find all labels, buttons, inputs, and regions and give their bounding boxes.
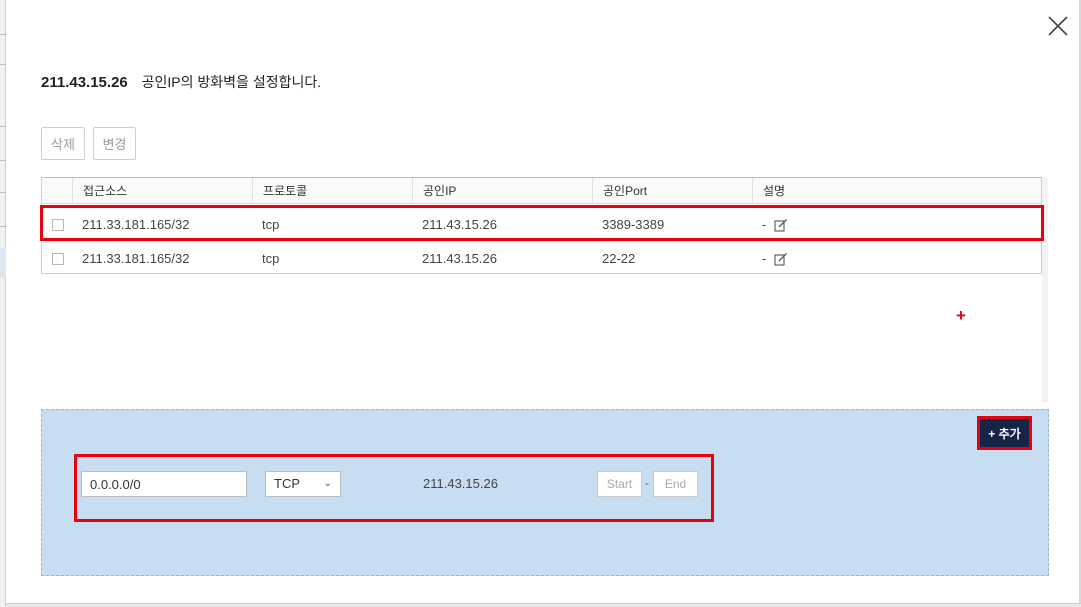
delete-button[interactable]: 삭제 [41,127,85,160]
row-checkbox[interactable] [52,253,64,265]
edit-icon[interactable] [774,252,788,266]
table-header: 접근소스 프로토콜 공인IP 공인Port 설명 [42,178,1041,204]
cell-source: 211.33.181.165/32 [82,251,190,266]
cell-protocol: tcp [262,251,280,266]
close-button[interactable] [1046,14,1070,38]
page-title: 211.43.15.26 공인IP의 방화벽을 설정합니다. [41,72,321,92]
cell-description: - [762,251,767,266]
cell-public-ip: 211.43.15.26 [422,251,497,266]
column-header-description: 설명 [752,178,1041,204]
close-icon [1048,16,1068,36]
title-ip: 211.43.15.26 [41,74,128,91]
column-header-public-ip: 공인IP [412,178,592,204]
column-header-public-port: 공인Port [592,178,752,204]
table-row[interactable]: 211.33.181.165/32 tcp 211.43.15.26 22-22… [42,241,1041,274]
background-window-edge [0,0,6,607]
modal-bottom-edge [6,603,1081,607]
column-header-source: 접근소스 [72,178,252,204]
highlight-box-row [40,205,1044,241]
column-header-protocol: 프로토콜 [252,178,412,204]
change-button[interactable]: 변경 [93,127,136,160]
cell-port: 22-22 [602,251,636,266]
plus-marker: + [956,306,966,325]
add-rule-button[interactable]: + 추가 [977,416,1032,450]
highlight-box-form [74,454,714,522]
title-description: 공인IP의 방화벽을 설정합니다. [141,74,322,90]
